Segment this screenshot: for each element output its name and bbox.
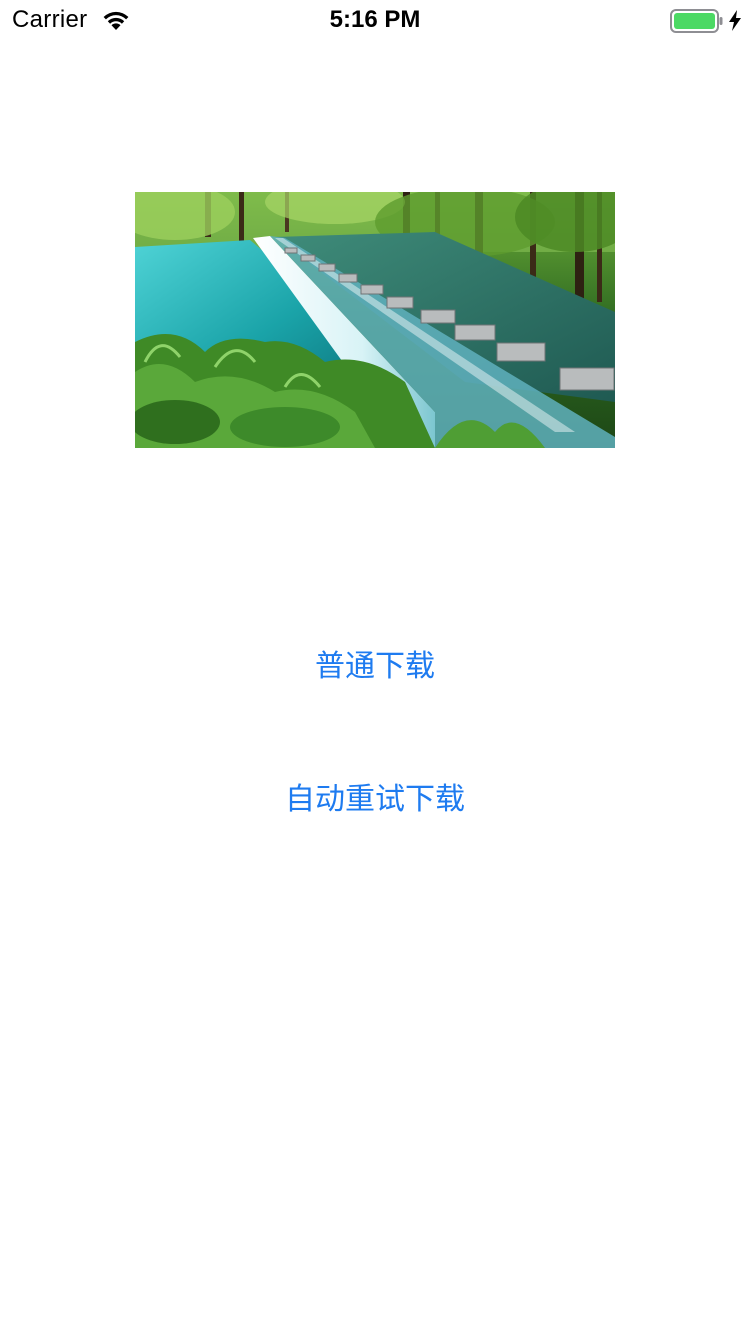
- bolt-icon: [728, 10, 742, 31]
- clock: 5:16 PM: [329, 6, 421, 33]
- status-bar: Carrier 5:16 PM: [0, 0, 750, 40]
- downloaded-image: [135, 192, 615, 448]
- auto-retry-download-button[interactable]: 自动重试下载: [0, 770, 750, 830]
- battery-icon: [670, 9, 724, 33]
- app-screen: Carrier 5:16 PM 普通下载 自动重试下载: [0, 0, 750, 1334]
- normal-download-button[interactable]: 普通下载: [0, 637, 750, 697]
